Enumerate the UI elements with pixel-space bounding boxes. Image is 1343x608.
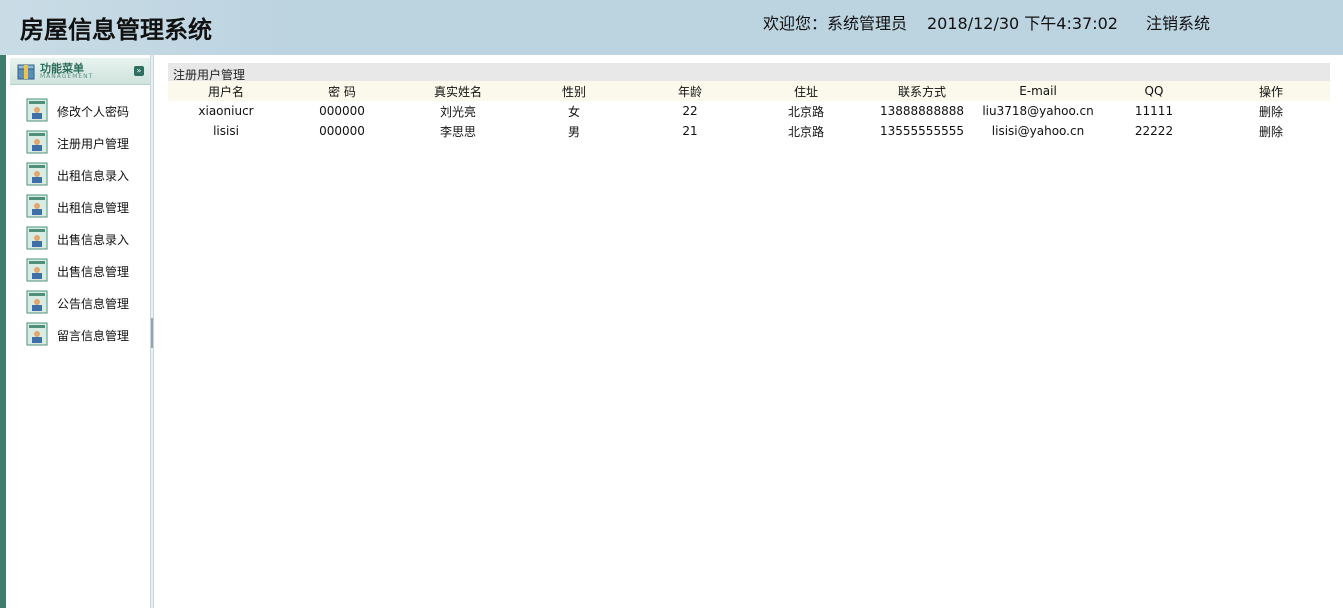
- sidebar-item-label: 留言信息管理: [57, 329, 130, 343]
- cell-real-name: 李思思: [439, 124, 476, 139]
- cell-phone: 13888888888: [880, 104, 964, 118]
- sidebar-item-label: 修改个人密码: [57, 105, 130, 119]
- package-icon: [17, 64, 35, 80]
- cell-password: 000000: [319, 104, 365, 118]
- user-card-icon: [26, 290, 48, 314]
- column-header: 真实姓名: [400, 81, 516, 101]
- header-info: 欢迎您：系统管理员 2018/12/30 下午4:37:02 注销系统: [763, 10, 1210, 34]
- delete-link[interactable]: 删除: [1212, 121, 1330, 141]
- sidebar-item-notice-management[interactable]: 公告信息管理: [6, 287, 150, 319]
- cell-gender: 男: [567, 124, 580, 139]
- sidebar-item-label: 出售信息管理: [57, 265, 130, 279]
- app-title: 房屋信息管理系统: [20, 16, 212, 44]
- user-card-icon: [26, 258, 48, 282]
- cell-email: lisisi@yahoo.cn: [991, 124, 1085, 138]
- splitter-handle[interactable]: [151, 318, 153, 348]
- welcome-text: 欢迎您：系统管理员: [762, 14, 907, 33]
- sidebar-item-sale-management[interactable]: 出售信息管理: [6, 255, 150, 287]
- delete-link[interactable]: 删除: [1212, 101, 1330, 121]
- cell-password: 000000: [319, 124, 365, 138]
- user-card-icon: [26, 322, 48, 346]
- column-header: 操作: [1212, 81, 1330, 101]
- sidebar-item-label: 公告信息管理: [57, 297, 130, 311]
- user-card-icon: [26, 98, 48, 122]
- column-header: 密 码: [284, 81, 400, 101]
- user-card-icon: [26, 130, 48, 154]
- cell-username: xiaoniucr: [198, 104, 254, 118]
- sidebar-item-rent-entry[interactable]: 出租信息录入: [6, 159, 150, 191]
- table-header-row: 用户名 密 码 真实姓名 性别 年龄 住址 联系方式 E-mail QQ 操作: [168, 81, 1330, 101]
- cell-qq: 22222: [1134, 124, 1174, 138]
- sidebar-menu-subtitle: MANAGEMENT: [40, 73, 94, 80]
- users-table: 用户名 密 码 真实姓名 性别 年龄 住址 联系方式 E-mail QQ 操作 …: [168, 81, 1330, 141]
- column-header: 联系方式: [864, 81, 980, 101]
- sidebar-item-change-password[interactable]: 修改个人密码: [6, 95, 150, 127]
- column-header: QQ: [1096, 81, 1212, 101]
- cell-address: 北京路: [787, 104, 824, 119]
- cell-address: 北京路: [787, 124, 824, 139]
- column-header: 年龄: [632, 81, 748, 101]
- sidebar-menu: 修改个人密码 注册用户管理 出租信息录入 出租信息管理 出售信息录入 出售信息管…: [6, 95, 150, 351]
- sidebar-item-registered-users[interactable]: 注册用户管理: [6, 127, 150, 159]
- cell-username: lisisi: [213, 124, 239, 138]
- sidebar-header: 功能菜单 MANAGEMENT »: [10, 58, 150, 85]
- cell-age: 21: [682, 124, 698, 138]
- column-header: 性别: [516, 81, 632, 101]
- cell-age: 22: [682, 104, 698, 118]
- table-row: xiaoniucr 000000 刘光亮 女 22 北京路 1388888888…: [168, 101, 1330, 121]
- sidebar: 功能菜单 MANAGEMENT » 修改个人密码 注册用户管理 出租信息录入 出…: [6, 55, 150, 608]
- current-datetime: 2018/12/30 下午4:37:02: [926, 14, 1118, 33]
- column-header: 用户名: [168, 81, 284, 101]
- sidebar-item-label: 出租信息管理: [57, 201, 130, 215]
- sidebar-item-rent-management[interactable]: 出租信息管理: [6, 191, 150, 223]
- column-header: E-mail: [980, 81, 1096, 101]
- column-header: 住址: [748, 81, 864, 101]
- sidebar-item-sale-entry[interactable]: 出售信息录入: [6, 223, 150, 255]
- user-card-icon: [26, 162, 48, 186]
- sidebar-item-message-management[interactable]: 留言信息管理: [6, 319, 150, 351]
- cell-qq: 11111: [1134, 104, 1174, 118]
- cell-real-name: 刘光亮: [439, 104, 476, 119]
- logout-link[interactable]: 注销系统: [1146, 10, 1210, 34]
- cell-phone: 13555555555: [880, 124, 964, 138]
- table-row: lisisi 000000 李思思 男 21 北京路 13555555555 l…: [168, 121, 1330, 141]
- main-content: 注册用户管理 用户名 密 码 真实姓名 性别 年龄 住址 联系方式 E-mail…: [154, 55, 1343, 608]
- sidebar-item-label: 出租信息录入: [57, 169, 130, 183]
- user-card-icon: [26, 226, 48, 250]
- panel-title-bar: 注册用户管理: [168, 63, 1330, 82]
- sidebar-item-label: 出售信息录入: [57, 233, 130, 247]
- chevron-down-icon[interactable]: »: [134, 66, 144, 76]
- user-card-icon: [26, 194, 48, 218]
- cell-gender: 女: [567, 104, 580, 119]
- header: 房屋信息管理系统 欢迎您：系统管理员 2018/12/30 下午4:37:02 …: [0, 0, 1343, 55]
- sidebar-item-label: 注册用户管理: [57, 137, 130, 151]
- cell-email: liu3718@yahoo.cn: [982, 104, 1094, 118]
